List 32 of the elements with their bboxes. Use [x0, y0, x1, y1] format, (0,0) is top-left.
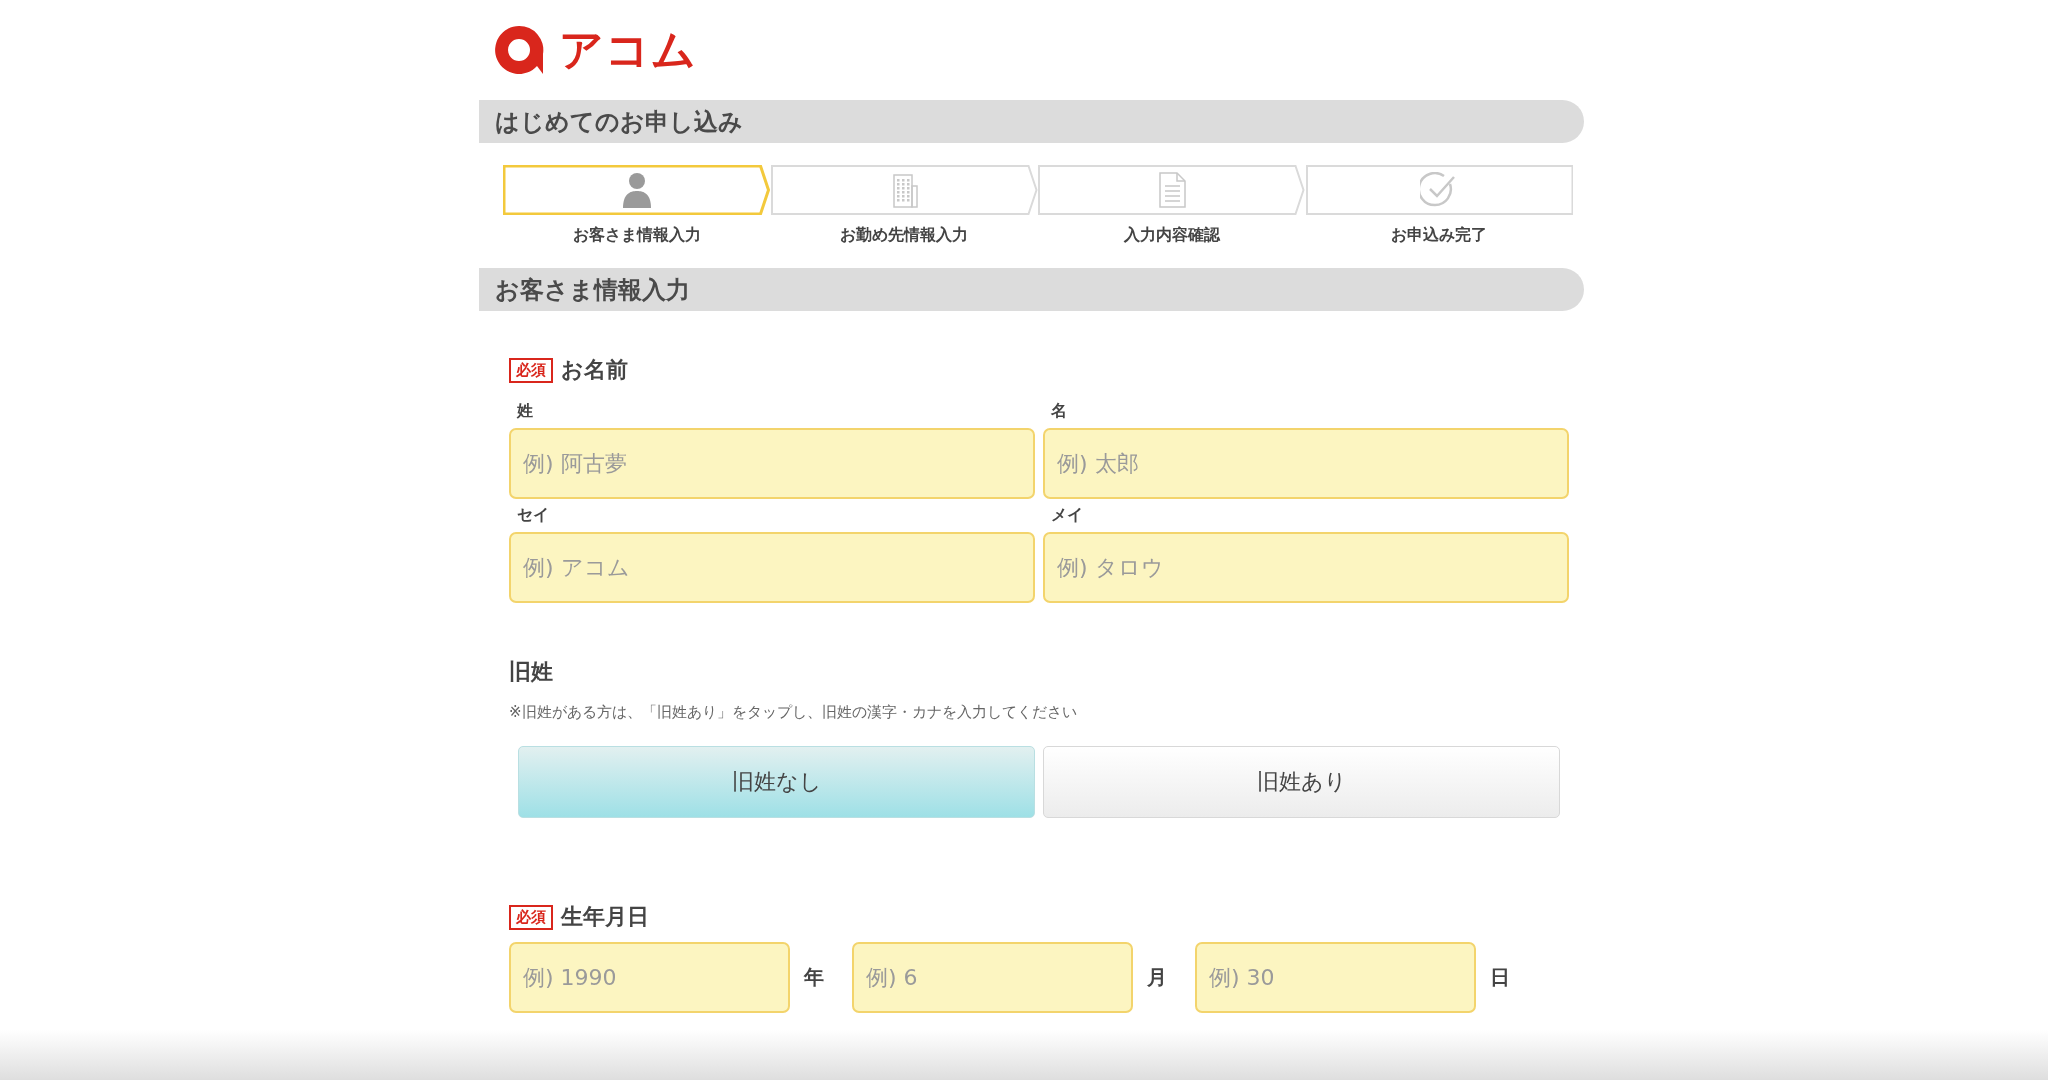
field-group-label: お名前 — [561, 356, 628, 384]
input-field[interactable]: 例) 6 — [852, 942, 1133, 1013]
person-icon — [621, 172, 652, 208]
required-badge: 必須 — [509, 357, 553, 383]
input-field[interactable]: 例) 30 — [1195, 942, 1476, 1013]
section-heading: お客さま情報入力 — [495, 274, 690, 306]
input-field[interactable]: 例) 阿古夢 — [509, 428, 1035, 499]
unit-label: 年 — [804, 964, 824, 991]
field-group-label: 旧姓 — [509, 658, 554, 686]
option-button[interactable]: 旧姓あり — [1043, 746, 1560, 818]
field-label: 名 — [1051, 401, 1068, 422]
required-badge: 必須 — [509, 904, 553, 930]
unit-label: 月 — [1147, 964, 1167, 991]
input-field[interactable]: 例) アコム — [509, 532, 1035, 603]
input-field[interactable]: 例) 1990 — [509, 942, 790, 1013]
logo-icon — [493, 24, 545, 76]
field-group-label: 生年月日 — [561, 903, 649, 931]
step-label: 入力内容確認 — [1123, 225, 1220, 246]
note-text: ※旧姓がある方は、「旧姓あり」をタップし、旧姓の漢字・カナを入力してください — [509, 703, 1078, 722]
step-label: お勤め先情報入力 — [840, 225, 969, 246]
input-field[interactable]: 例) タロウ — [1043, 532, 1569, 603]
unit-label: 日 — [1490, 964, 1510, 991]
document-icon — [1156, 172, 1187, 208]
step-label: お客さま情報入力 — [572, 225, 701, 246]
page-heading: はじめてのお申し込み — [495, 106, 743, 138]
input-field[interactable]: 例) 太郎 — [1043, 428, 1569, 499]
step-label: お申込み完了 — [1391, 225, 1488, 246]
field-label: メイ — [1051, 505, 1084, 526]
field-label: セイ — [517, 505, 550, 526]
field-label: 姓 — [517, 401, 534, 422]
option-button[interactable]: 旧姓なし — [518, 746, 1035, 818]
logo-text: アコム — [559, 28, 697, 72]
